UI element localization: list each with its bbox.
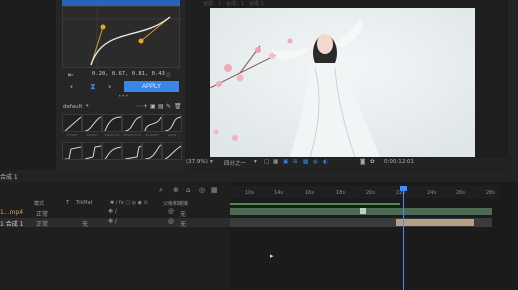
pickwhip-icon[interactable]: @ xyxy=(168,218,174,225)
camera-icon[interactable]: ◙ xyxy=(360,159,365,165)
switches-icons: ✱ ∕ fx ▢ ◎ ◉ ⊙ xyxy=(110,200,148,206)
ease-both-icon[interactable]: ⧗ xyxy=(90,82,96,92)
layer-clip[interactable] xyxy=(396,219,474,226)
mouse-cursor: ▸ xyxy=(270,252,274,260)
preset-thumbnail[interactable] xyxy=(102,114,122,132)
favorite-icon[interactable]: ☆ xyxy=(165,71,171,79)
time-tick-label: 14s xyxy=(274,190,283,196)
preset-thumbnail[interactable] xyxy=(142,142,162,160)
time-tick-label: 20s xyxy=(366,190,375,196)
channel-icon[interactable]: ◍ xyxy=(313,159,318,165)
tab-composition[interactable]: 合成 1 xyxy=(0,172,18,181)
timeline-header xyxy=(0,170,518,182)
save-icon[interactable]: ▣ xyxy=(150,103,156,110)
viewer-breadcrumb: 合成：1 · 合成：1 · 合成 1 xyxy=(203,1,264,7)
bezier-graph[interactable] xyxy=(62,6,181,69)
layer-switch-icons[interactable]: ✥ ∕ xyxy=(108,218,117,225)
bezier-values: 0.20, 0.67, 0.81, 0.43 xyxy=(92,71,165,77)
preset-label: easeIn xyxy=(86,133,98,137)
preset-thumbnail[interactable] xyxy=(142,114,162,132)
zoom-select[interactable]: (37.9%) xyxy=(186,159,208,165)
preset-thumbnail[interactable] xyxy=(62,142,82,160)
dropdown-icon[interactable]: ▾ xyxy=(254,159,257,165)
layer-trkmat[interactable]: 无 xyxy=(82,219,88,228)
preset-label: easeInOut xyxy=(123,133,141,137)
current-time[interactable]: 0:00:12:01 xyxy=(384,159,414,165)
preset-label: Linear xyxy=(66,133,78,137)
time-tick-label: 26s xyxy=(456,190,465,196)
apply-button[interactable]: APPLY xyxy=(124,81,179,92)
timeline-track-area[interactable] xyxy=(230,182,518,290)
keyframe-marker[interactable] xyxy=(360,208,366,214)
layer-mode[interactable]: 正常 xyxy=(36,209,48,218)
preset-thumbnail[interactable] xyxy=(82,114,102,132)
delete-icon[interactable]: 🗑 xyxy=(174,103,182,110)
more-icon[interactable]: ⋯ xyxy=(136,103,142,110)
transparency-grid-icon[interactable]: ▦ xyxy=(273,159,278,165)
preset-label: easeOut xyxy=(104,133,120,137)
color-icon[interactable]: ✿ xyxy=(370,159,375,165)
preset-thumbnail[interactable] xyxy=(62,114,82,132)
time-tick-label: 16s xyxy=(305,190,314,196)
preset-thumbnail[interactable] xyxy=(82,142,102,160)
preset-label: quad xyxy=(167,133,177,137)
layer-name[interactable]: 1 合成 1 xyxy=(0,219,23,228)
graph-editor-icon[interactable]: ▦ xyxy=(211,186,218,194)
ease-left-icon[interactable]: ‹ xyxy=(70,82,73,91)
layer-row[interactable]: 1...mp4 正常 ✥ ∕ @ 无 xyxy=(0,208,230,218)
layer-mode[interactable]: 正常 xyxy=(36,219,48,228)
layer-switch-icons[interactable]: ✥ ∕ xyxy=(108,208,117,215)
composition-flow-icon[interactable]: ⊕ xyxy=(173,186,179,194)
dropdown-icon[interactable]: ▾ xyxy=(86,103,89,109)
time-tick-label: 18s xyxy=(336,190,345,196)
preset-thumbnail[interactable] xyxy=(102,142,122,160)
preset-group-select[interactable]: default xyxy=(63,104,82,110)
folder-icon[interactable]: ▤ xyxy=(158,103,164,110)
dropdown-icon[interactable]: ▾ xyxy=(210,159,213,165)
work-area-bar[interactable] xyxy=(230,203,400,205)
ease-right-icon[interactable]: › xyxy=(108,82,111,91)
layer-row[interactable]: 1 合成 1 正常 无 ✥ ∕ @ 无 xyxy=(0,218,230,228)
add-icon[interactable]: + xyxy=(143,103,148,110)
region-icon[interactable]: ▢ xyxy=(264,159,269,165)
control-handle-1[interactable] xyxy=(100,24,106,30)
layer-column-headers: 模式 T TrkMat ✱ ∕ fx ▢ ◎ ◉ ⊙ 父级和链接 xyxy=(0,199,230,207)
grid-icon[interactable]: ▩ xyxy=(303,159,308,165)
preset-label: smooth xyxy=(145,133,159,137)
right-panel-strip xyxy=(508,0,518,180)
pickwhip-icon[interactable]: @ xyxy=(168,208,174,215)
search-icon[interactable]: ⌕ xyxy=(159,186,163,195)
time-tick-label: 10s xyxy=(245,190,254,196)
time-tick-label: 28s xyxy=(486,190,495,196)
composition-canvas[interactable] xyxy=(210,8,475,157)
control-handle-2[interactable] xyxy=(138,38,144,44)
time-tick-label: 24s xyxy=(427,190,436,196)
import-icon[interactable]: ⇤ xyxy=(68,71,74,79)
preset-thumbnail[interactable] xyxy=(162,114,182,132)
t-column: T xyxy=(66,200,70,206)
guides-icon[interactable]: ⊞ xyxy=(293,159,298,165)
trkmat-column: TrkMat xyxy=(76,200,93,206)
mode-column: 模式 xyxy=(34,201,45,207)
preset-thumbnail[interactable] xyxy=(122,114,142,132)
parent-column: 父级和链接 xyxy=(163,201,189,207)
layer-parent[interactable]: 无 xyxy=(180,209,186,218)
mask-icon[interactable]: ▣ xyxy=(283,159,288,165)
video-frame-image xyxy=(210,8,475,157)
edit-icon[interactable]: ✎ xyxy=(166,103,171,110)
playhead-line[interactable] xyxy=(403,187,404,290)
layer-parent[interactable]: 无 xyxy=(180,219,186,228)
draft-3d-icon[interactable]: ⌂ xyxy=(186,186,190,194)
bezier-curve[interactable] xyxy=(63,7,181,69)
resolution-select[interactable]: 四分之一 xyxy=(224,159,246,167)
more-icon[interactable]: ••• xyxy=(118,93,129,100)
preset-thumbnail[interactable] xyxy=(122,142,142,160)
motion-blur-icon[interactable]: ◎ xyxy=(199,186,205,194)
preset-thumbnail[interactable] xyxy=(162,142,182,160)
exposure-icon[interactable]: ◐ xyxy=(323,159,328,165)
layer-name[interactable]: 1...mp4 xyxy=(0,209,23,216)
